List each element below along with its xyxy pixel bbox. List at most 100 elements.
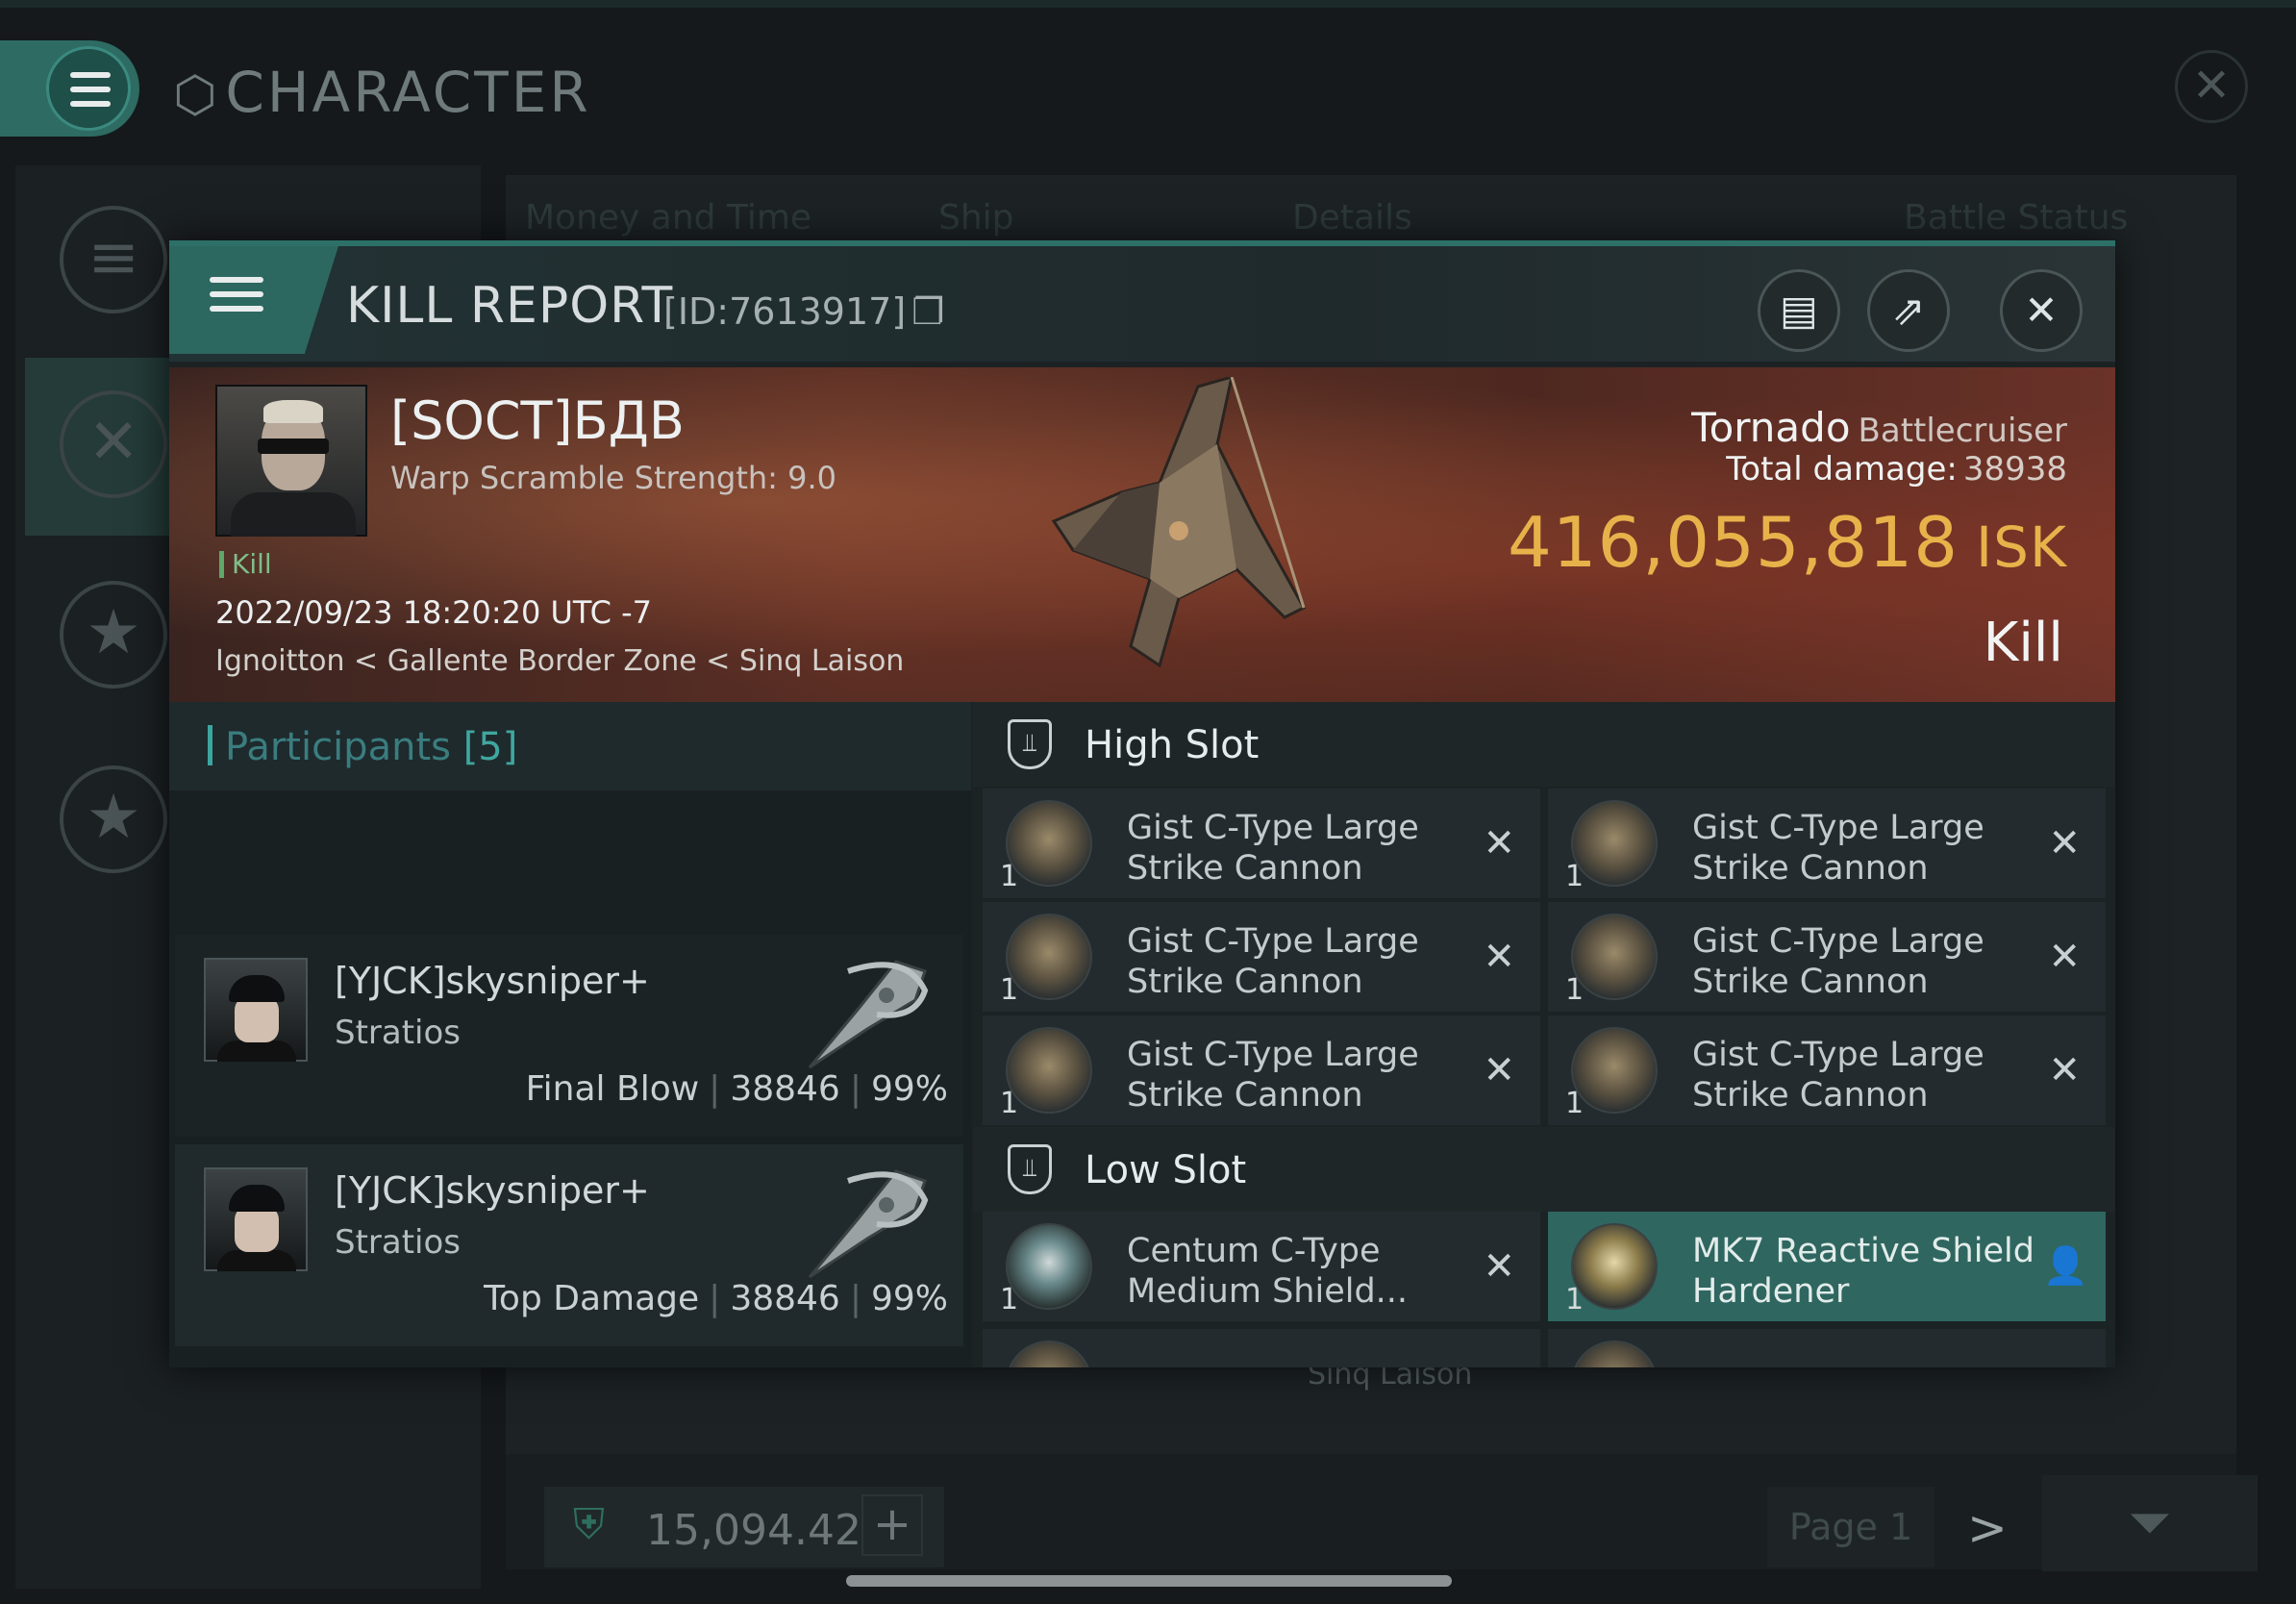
- module-name: Gist C-Type Large Strike Cannon: [1692, 922, 1984, 1001]
- bg-tab-money[interactable]: Money and Time: [525, 198, 811, 238]
- share-icon: ⇗: [1891, 287, 1926, 334]
- dropped-person-icon: 👤: [2042, 1244, 2088, 1287]
- character-close-button[interactable]: ✕: [2175, 50, 2248, 123]
- module-item-partial[interactable]: [1548, 1329, 2106, 1367]
- low-slot-header: ⫫ Low Slot: [973, 1127, 2115, 1212]
- participants-label: Participants: [225, 725, 451, 769]
- hamburger-icon: [210, 277, 263, 320]
- clipboard-button[interactable]: ▤: [1758, 269, 1840, 352]
- ship-class: Battlecruiser: [1858, 412, 2067, 450]
- wallet-value: 15,094.42: [646, 1506, 861, 1555]
- kill-location[interactable]: Ignoitton < Gallente Border Zone < Sinq …: [215, 644, 904, 678]
- sidebar-combat-icon[interactable]: ✕: [60, 390, 167, 498]
- bg-tab-details[interactable]: Details: [1292, 198, 1412, 238]
- participant-ship: Stratios: [335, 1223, 462, 1262]
- victim-name[interactable]: [SOCT]БДВ: [390, 390, 685, 451]
- high-slot-icon: ⫫: [1008, 719, 1052, 769]
- module-qty: 1: [1000, 860, 1019, 893]
- participants-header-accent: [208, 725, 212, 765]
- module-qty: 1: [1000, 1087, 1019, 1120]
- participants-panel: Participants [5] [YJCK]skysniper+ Strati…: [169, 702, 971, 1367]
- bg-tab-battle-status[interactable]: Battle Status: [1904, 198, 2128, 238]
- sidebar-standings-icon[interactable]: ★: [60, 581, 167, 689]
- sidebar-medals-icon[interactable]: ★: [60, 765, 167, 873]
- isk-value: 416,055,818 ISK: [1508, 502, 2067, 583]
- close-button[interactable]: ✕: [2000, 269, 2083, 352]
- module-qty: 1: [1565, 1283, 1585, 1316]
- bg-tab-ship[interactable]: Ship: [938, 198, 1014, 238]
- participant-stats: Top Damage | 38846 | 99%: [484, 1279, 948, 1318]
- cannon-icon: [1006, 800, 1092, 887]
- participant-name: [YJCK]skysniper+: [335, 960, 650, 1002]
- module-item[interactable]: 1 Gist C-Type Large Strike Cannon ✕: [983, 789, 1540, 898]
- stratios-ship-image: [808, 960, 929, 1069]
- victim-subtitle: Warp Scramble Strength: 9.0: [390, 460, 837, 496]
- participant-percent: 99%: [870, 1279, 948, 1318]
- kill-tag: Kill: [219, 548, 272, 580]
- kill-datetime: 2022/09/23 18:20:20 UTC -7: [215, 594, 653, 631]
- participant-percent: 99%: [870, 1069, 948, 1109]
- total-damage-value: 38938: [1962, 450, 2067, 489]
- kill-report-menu-button[interactable]: [169, 246, 338, 354]
- high-slot-title: High Slot: [1085, 723, 1260, 767]
- module-name: Centum C-Type Medium Shield...: [1127, 1232, 1409, 1311]
- kill-report-id-text: [ID:7613917]: [663, 290, 907, 333]
- filter-icon[interactable]: ⏷: [2042, 1475, 2258, 1571]
- kill-report-header: KILL REPORT [ID:7613917] ❐ ▤ ⇗ ✕: [169, 246, 2115, 362]
- ship-name[interactable]: Tornado Battlecruiser: [1691, 404, 2067, 451]
- shield-extender-icon: [1006, 1223, 1092, 1310]
- wallet-add-button[interactable]: +: [861, 1494, 923, 1556]
- module-name: Gist C-Type Large Strike Cannon: [1692, 809, 1984, 888]
- participants-count: [5]: [462, 725, 518, 769]
- tornado-ship-image[interactable]: [1015, 377, 1361, 694]
- module-item[interactable]: 1 Gist C-Type Large Strike Cannon ✕: [1548, 789, 2106, 898]
- destroyed-icon: ✕: [2048, 1048, 2081, 1092]
- cannon-icon: [1006, 914, 1092, 1000]
- module-name: MK7 Reactive Shield Hardener: [1692, 1232, 2034, 1311]
- high-slot-header: ⫫ High Slot: [973, 702, 2115, 787]
- module-name: Gist C-Type Large Strike Cannon: [1692, 1036, 1984, 1115]
- hamburger-icon: [70, 72, 111, 115]
- module-item[interactable]: 1 Gist C-Type Large Strike Cannon ✕: [983, 902, 1540, 1012]
- module-item[interactable]: 1 Gist C-Type Large Strike Cannon ✕: [1548, 1015, 2106, 1125]
- module-item[interactable]: 1 MK7 Reactive Shield Hardener 👤: [1548, 1212, 2106, 1321]
- character-icon: ⬡: [173, 66, 220, 124]
- total-damage-label: Total damage:: [1726, 450, 1958, 489]
- page-indicator: Page 1: [1767, 1487, 1934, 1567]
- participant-portrait[interactable]: [204, 1167, 308, 1271]
- sidebar-list-icon[interactable]: ≡: [60, 206, 167, 313]
- share-button[interactable]: ⇗: [1867, 269, 1950, 352]
- module-icon: [1571, 1341, 1658, 1367]
- destroyed-icon: ✕: [1483, 821, 1515, 865]
- participant-card[interactable]: [YJCK]skysniper+ Stratios Top Damage | 388…: [175, 1144, 963, 1346]
- participant-card[interactable]: [YJCK]skysniper+ Stratios Final Blow | 388…: [175, 935, 963, 1137]
- cannon-icon: [1571, 914, 1658, 1000]
- ship-name-text: Tornado: [1691, 404, 1851, 451]
- participant-damage: 38846: [730, 1279, 840, 1318]
- destroyed-icon: ✕: [1483, 1048, 1515, 1092]
- module-item[interactable]: 1 Centum C-Type Medium Shield... ✕: [983, 1212, 1540, 1321]
- next-page-icon[interactable]: >: [1967, 1500, 2008, 1556]
- main-menu-circle: [46, 46, 131, 131]
- participant-stats: Final Blow | 38846 | 99%: [525, 1069, 948, 1109]
- clipboard-icon: ▤: [1780, 287, 1818, 334]
- module-icon: [1006, 1341, 1092, 1367]
- kill-report-id[interactable]: [ID:7613917] ❐: [663, 290, 944, 333]
- module-item[interactable]: 1 Gist C-Type Large Strike Cannon ✕: [983, 1015, 1540, 1125]
- participant-role: Top Damage: [484, 1279, 700, 1318]
- main-menu-button[interactable]: [0, 40, 139, 137]
- copy-icon[interactable]: ❐: [911, 290, 944, 333]
- module-item[interactable]: 1 Gist C-Type Large Strike Cannon ✕: [1548, 902, 2106, 1012]
- participant-role: Final Blow: [525, 1069, 700, 1109]
- victim-portrait[interactable]: [215, 385, 367, 537]
- destroyed-icon: ✕: [1483, 935, 1515, 979]
- fitting-panel: ⫫ High Slot 1 Gist C-Type Large Strike C…: [973, 702, 2115, 1367]
- character-title: ⬡ CHARACTER: [173, 60, 591, 125]
- module-qty: 1: [1565, 1087, 1585, 1120]
- participants-header[interactable]: Participants [5]: [169, 702, 971, 790]
- isk-unit: ISK: [1976, 514, 2067, 580]
- participant-portrait[interactable]: [204, 958, 308, 1062]
- module-item-partial[interactable]: [983, 1329, 1540, 1367]
- kill-report-title: KILL REPORT: [346, 277, 674, 335]
- module-qty: 1: [1000, 1283, 1019, 1316]
